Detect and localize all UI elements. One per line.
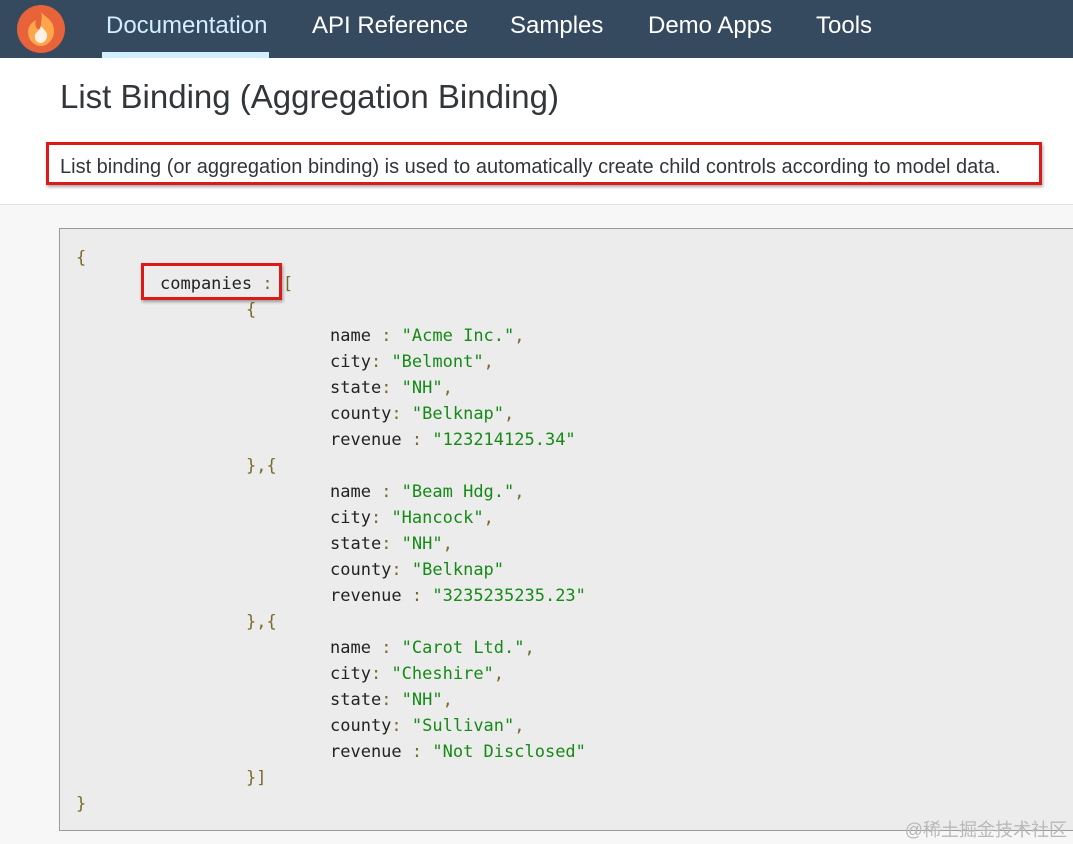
code-item-open: { — [246, 300, 257, 320]
logo-icon[interactable] — [16, 4, 66, 54]
code-field-state: state: "NH", — [330, 534, 453, 554]
code-field-revenue: revenue : "123214125.34" — [330, 430, 576, 450]
tab-documentation[interactable]: Documentation — [106, 0, 267, 58]
code-field-name: name : "Acme Inc.", — [330, 326, 525, 346]
code-array-close: }] — [246, 768, 267, 788]
tab-demo-apps[interactable]: Demo Apps — [648, 0, 772, 58]
code-field-county: county: "Belknap" — [330, 560, 505, 580]
code-field-state: state: "NH", — [330, 378, 453, 398]
code-field-city: city: "Cheshire", — [330, 664, 505, 684]
code-field-state: state: "NH", — [330, 690, 453, 710]
code-field-city: city: "Hancock", — [330, 508, 494, 528]
code-field-county: county: "Sullivan", — [330, 716, 525, 736]
page-title: List Binding (Aggregation Binding) — [60, 78, 559, 115]
code-field-county: county: "Belknap", — [330, 404, 515, 424]
code-open-brace: { — [76, 248, 87, 268]
code-item-separator: },{ — [246, 612, 277, 632]
tab-samples[interactable]: Samples — [510, 0, 603, 58]
code-close-brace: } — [76, 794, 87, 814]
top-navigation-bar: Documentation API Reference Samples Demo… — [0, 0, 1073, 58]
tab-api-reference[interactable]: API Reference — [312, 0, 468, 58]
description-highlight-box — [46, 142, 1042, 185]
code-sample-panel — [59, 228, 1073, 831]
companies-highlight-box — [141, 263, 282, 300]
watermark: @稀土掘金技术社区 — [904, 820, 1067, 840]
code-item-separator: },{ — [246, 456, 277, 476]
tab-tools[interactable]: Tools — [816, 0, 872, 58]
code-field-revenue: revenue : "3235235235.23" — [330, 586, 586, 606]
code-field-name: name : "Beam Hdg.", — [330, 482, 525, 502]
code-field-revenue: revenue : "Not Disclosed" — [330, 742, 586, 762]
code-field-name: name : "Carot Ltd.", — [330, 638, 535, 658]
code-field-city: city: "Belmont", — [330, 352, 494, 372]
